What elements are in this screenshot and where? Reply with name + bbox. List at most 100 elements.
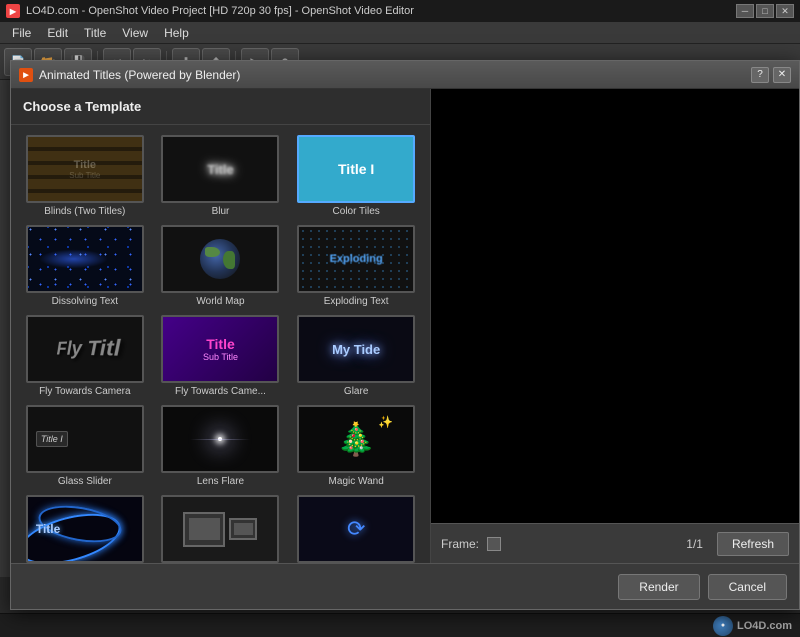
- title-bar-left: ▶ LO4D.com - OpenShot Video Project [HD …: [6, 4, 414, 18]
- panel-header: Choose a Template: [11, 89, 430, 125]
- thumb-rotate360-shape: ⟳: [347, 516, 365, 542]
- menu-bar: File Edit Title View Help: [0, 22, 800, 44]
- template-item-flytowards2[interactable]: Title Sub Title Fly Towards Came...: [155, 313, 287, 399]
- template-thumb-glare: My Tide: [297, 315, 415, 383]
- dialog-titlebar-left: ▶ Animated Titles (Powered by Blender): [19, 68, 240, 82]
- lo4d-label: LO4D.com: [737, 620, 792, 632]
- template-grid: Title Sub Title Blinds (Two Titles) Titl…: [19, 133, 422, 563]
- template-item-neoncurves[interactable]: Title Neon Curves: [19, 493, 151, 563]
- template-item-rotate360[interactable]: ⟳ Rotate 360 Degrees: [290, 493, 422, 563]
- statusbar: ● LO4D.com: [0, 613, 800, 637]
- window-controls: ─ □ ✕: [736, 4, 794, 18]
- thumb-magicwand-bg: 🎄 ✨: [299, 407, 413, 471]
- template-label-colortiles: Color Tiles: [297, 206, 415, 217]
- template-item-glare[interactable]: My Tide Glare: [290, 313, 422, 399]
- thumb-exploding-bg: Exploding: [299, 227, 413, 291]
- os-window: ▶ LO4D.com - OpenShot Video Project [HD …: [0, 0, 800, 637]
- animated-titles-dialog: ▶ Animated Titles (Powered by Blender) ?…: [10, 60, 800, 610]
- preview-controls: Frame: 1/1 Refresh: [431, 523, 799, 563]
- template-item-dissolving[interactable]: Dissolving Text: [19, 223, 151, 309]
- template-thumb-flytowards: Fly Titl: [26, 315, 144, 383]
- template-label-flytowards: Fly Towards Camera: [26, 386, 144, 397]
- frame-label: Frame:: [441, 537, 479, 551]
- dialog-app-icon: ▶: [19, 68, 33, 82]
- menu-title[interactable]: Title: [76, 24, 114, 42]
- thumb-blinds-strips: [28, 137, 142, 201]
- thumb-glare-bg: My Tide: [299, 317, 413, 381]
- thumb-pictureframes-inner2: [234, 523, 253, 536]
- template-label-exploding: Exploding Text: [297, 296, 415, 307]
- thumb-flytowards2-main: Title: [206, 336, 235, 352]
- thumb-flytowards-text: Fly Titl: [56, 336, 120, 362]
- template-thumb-pictureframes: [161, 495, 279, 563]
- minimize-button[interactable]: ─: [736, 4, 754, 18]
- template-label-blur: Blur: [161, 206, 279, 217]
- template-thumb-flytowards2: Title Sub Title: [161, 315, 279, 383]
- thumb-glassslider-text: Title I: [36, 431, 68, 447]
- refresh-button[interactable]: Refresh: [717, 532, 789, 556]
- dialog-title: Animated Titles (Powered by Blender): [39, 68, 240, 82]
- template-item-flytowards[interactable]: Fly Titl Fly Towards Camera: [19, 313, 151, 399]
- dialog-close-button[interactable]: ✕: [773, 67, 791, 83]
- thumb-colortiles-text: Title I: [338, 161, 374, 177]
- thumb-blinds-bg: Title Sub Title: [28, 137, 142, 201]
- template-label-magicwand: Magic Wand: [297, 476, 415, 487]
- template-thumb-exploding: Exploding: [297, 225, 415, 293]
- template-grid-container[interactable]: Title Sub Title Blinds (Two Titles) Titl…: [11, 125, 430, 563]
- dialog-body: Choose a Template Title Sub Title: [11, 89, 799, 563]
- thumb-pictureframes-inner1: [189, 518, 219, 540]
- menu-file[interactable]: File: [4, 24, 39, 42]
- template-label-flytowards2: Fly Towards Came...: [161, 386, 279, 397]
- preview-panel: Frame: 1/1 Refresh: [431, 89, 799, 563]
- frame-checkbox[interactable]: [487, 537, 501, 551]
- thumb-magicwand-sparkle: ✨: [378, 415, 393, 429]
- template-thumb-colortiles: Title I: [297, 135, 415, 203]
- dialog-titlebar: ▶ Animated Titles (Powered by Blender) ?…: [11, 61, 799, 89]
- template-item-blinds[interactable]: Title Sub Title Blinds (Two Titles): [19, 133, 151, 219]
- template-thumb-neoncurves: Title: [26, 495, 144, 563]
- lo4d-globe-icon: ●: [713, 616, 733, 636]
- template-thumb-glassslider: Title I: [26, 405, 144, 473]
- template-label-lensflare: Lens Flare: [161, 476, 279, 487]
- dialog-titlebar-right: ? ✕: [751, 67, 791, 83]
- thumb-glare-text: My Tide: [332, 342, 380, 357]
- render-button[interactable]: Render: [618, 574, 699, 600]
- app-icon: ▶: [6, 4, 20, 18]
- thumb-magicwand-tree: 🎄: [336, 420, 376, 458]
- menu-view[interactable]: View: [114, 24, 156, 42]
- thumb-flytowards2-bg: Title Sub Title: [163, 317, 277, 381]
- maximize-button[interactable]: □: [756, 4, 774, 18]
- template-thumb-rotate360: ⟳: [297, 495, 415, 563]
- template-thumb-magicwand: 🎄 ✨: [297, 405, 415, 473]
- template-item-worldmap[interactable]: World Map: [155, 223, 287, 309]
- watermark: ● LO4D.com: [713, 616, 792, 636]
- thumb-colortiles-bg: Title I: [299, 137, 413, 201]
- template-thumb-blur: Title: [161, 135, 279, 203]
- template-thumb-dissolving: [26, 225, 144, 293]
- dialog-help-button[interactable]: ?: [751, 67, 769, 83]
- thumb-flytowards2-sub: Sub Title: [203, 352, 238, 362]
- thumb-worldmap-earth: [200, 239, 240, 279]
- template-item-lensflare[interactable]: Lens Flare: [155, 403, 287, 489]
- thumb-lensflare-bg: [163, 407, 277, 471]
- template-item-exploding[interactable]: Exploding Exploding Text: [290, 223, 422, 309]
- title-bar: ▶ LO4D.com - OpenShot Video Project [HD …: [0, 0, 800, 22]
- close-button[interactable]: ✕: [776, 4, 794, 18]
- thumb-lensflare-line: [190, 439, 250, 440]
- template-label-dissolving: Dissolving Text: [26, 296, 144, 307]
- menu-help[interactable]: Help: [156, 24, 197, 42]
- menu-edit[interactable]: Edit: [39, 24, 76, 42]
- thumb-pictureframes-bg: [163, 497, 277, 561]
- thumb-worldmap-bg: [163, 227, 277, 291]
- preview-canvas: [431, 89, 799, 523]
- window-title: LO4D.com - OpenShot Video Project [HD 72…: [26, 5, 414, 17]
- template-item-blur[interactable]: Title Blur: [155, 133, 287, 219]
- template-label-glare: Glare: [297, 386, 415, 397]
- template-item-glassslider[interactable]: Title I Glass Slider: [19, 403, 151, 489]
- thumb-exploding-text: Exploding: [330, 253, 383, 265]
- cancel-button[interactable]: Cancel: [708, 574, 787, 600]
- template-thumb-blinds: Title Sub Title: [26, 135, 144, 203]
- template-item-colortiles[interactable]: Title I Color Tiles: [290, 133, 422, 219]
- template-item-magicwand[interactable]: 🎄 ✨ Magic Wand: [290, 403, 422, 489]
- template-item-pictureframes[interactable]: Picture Frames ...: [155, 493, 287, 563]
